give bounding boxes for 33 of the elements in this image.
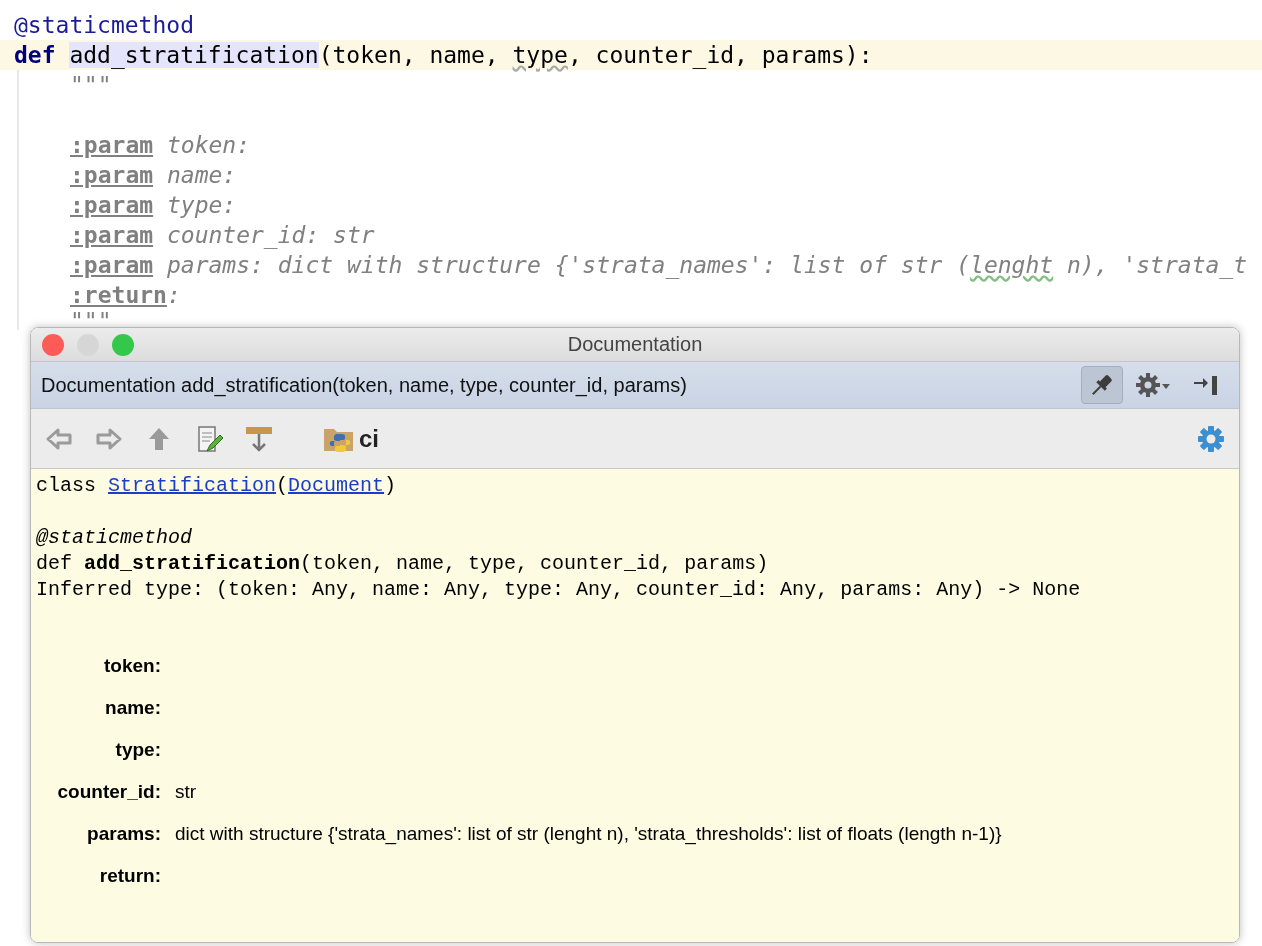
code-line: """ bbox=[69, 310, 113, 336]
parameter-description: str bbox=[175, 780, 197, 804]
parameter-name: token: bbox=[104, 654, 161, 678]
window-title: Documentation bbox=[567, 333, 703, 355]
jump-to-source-icon bbox=[245, 424, 273, 453]
code-line: @staticmethod bbox=[13, 11, 195, 40]
base-class-link[interactable]: Document bbox=[288, 474, 385, 497]
window-control-button[interactable] bbox=[42, 333, 64, 356]
code-line: :param name: bbox=[69, 161, 238, 190]
code-line: :param token: bbox=[69, 131, 252, 160]
parameter-description: dict with structure {'strata_names': list of str (lenght n), 'strata_thresholds': list of floats (length n-1)} bbox=[175, 822, 1002, 846]
class-declaration: class Stratification(Document) bbox=[36, 473, 398, 499]
settings-icon bbox=[1197, 424, 1225, 453]
parameter-name: counter_id: bbox=[57, 780, 161, 804]
edit-source-icon bbox=[195, 424, 223, 453]
parameter-name: params: bbox=[87, 822, 161, 846]
parameter-name: return: bbox=[99, 864, 161, 888]
parameter-name: name: bbox=[105, 696, 161, 720]
code-line: :param type: bbox=[69, 191, 238, 220]
module-button[interactable]: ci bbox=[323, 424, 379, 453]
class-link[interactable]: Stratification bbox=[108, 474, 277, 497]
code-line: :param counter_id: str bbox=[69, 221, 376, 250]
inferred-type: Inferred type: (token: Any, name: Any, type: Any, counter_id: Any, params: Any) -> None bbox=[36, 577, 1082, 603]
code-line: :return: bbox=[69, 281, 182, 310]
documentation-title: Documentation add_stratification(token, name, type, counter_id, params) bbox=[41, 373, 688, 397]
pin-button[interactable] bbox=[1081, 366, 1123, 404]
gear-icon bbox=[1136, 371, 1172, 399]
code-line: :param params: dict with structure {'strata_names': list of str (lenght n), 'strata_t bbox=[69, 251, 1249, 280]
decorator-text: @staticmethod bbox=[36, 525, 194, 551]
window-control-button[interactable] bbox=[112, 333, 134, 356]
function-signature: def add_stratification(token, name, type, counter_id, params) bbox=[36, 551, 770, 577]
parameter-name: type: bbox=[115, 738, 161, 762]
code-line: """ bbox=[69, 71, 113, 100]
